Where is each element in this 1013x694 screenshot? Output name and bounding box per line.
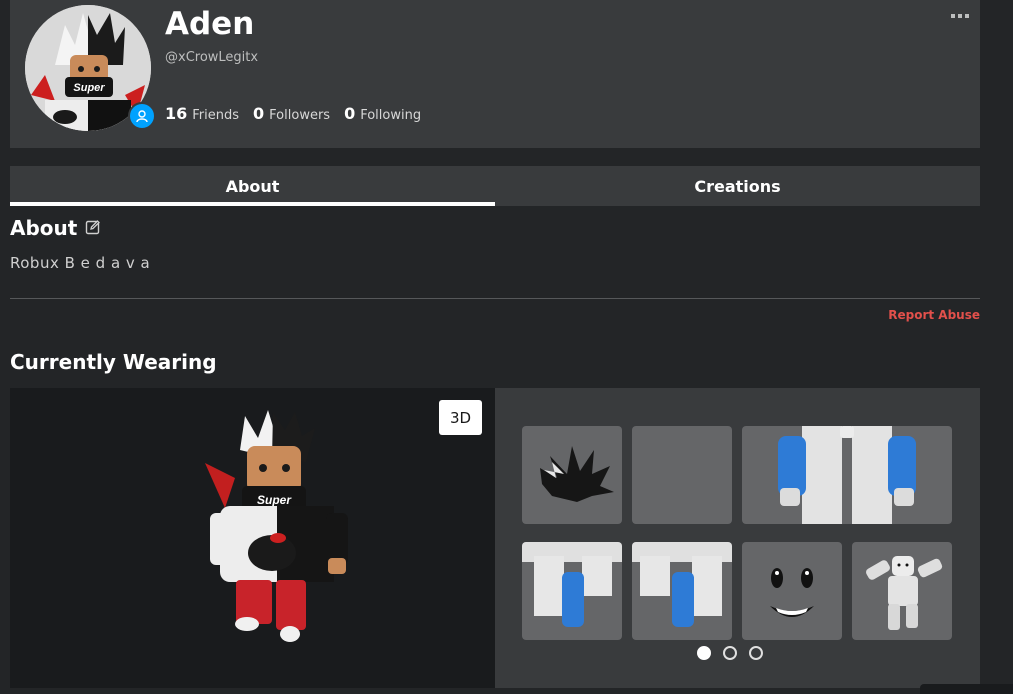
wearing-items-panel — [495, 388, 980, 688]
wearing-item-empty[interactable] — [632, 426, 732, 524]
currently-wearing-heading: Currently Wearing — [10, 350, 217, 374]
followers-label: Followers — [269, 108, 331, 123]
avatar-body-shirt-text: Super — [257, 493, 292, 507]
about-heading-text: About — [10, 216, 78, 240]
tab-about[interactable]: About — [10, 166, 495, 206]
checkered-arms-icon — [778, 426, 916, 524]
wearing-item-arms[interactable] — [742, 426, 952, 524]
more-options-icon[interactable] — [950, 6, 970, 18]
tab-about-label: About — [225, 176, 280, 196]
following-label: Following — [360, 108, 422, 123]
tab-creations[interactable]: Creations — [495, 166, 980, 206]
wearing-item-hair[interactable] — [522, 426, 622, 524]
chat-tab[interactable] — [920, 684, 1013, 694]
followers-count: 0 — [253, 104, 265, 123]
followers-stat[interactable]: 0 Followers — [253, 104, 330, 123]
page-dot-2[interactable] — [723, 646, 737, 660]
presence-user-icon — [128, 102, 156, 130]
friends-label: Friends — [192, 108, 240, 123]
wearing-item-right-leg[interactable] — [632, 542, 732, 640]
animation-pose-icon — [866, 556, 943, 630]
username: @xCrowLegitx — [165, 50, 259, 65]
wearing-item-face[interactable] — [742, 542, 842, 640]
about-heading: About — [10, 216, 101, 240]
toggle-3d-button[interactable]: 3D — [439, 400, 482, 435]
wearing-item-animation[interactable] — [852, 542, 952, 640]
checkered-leg-icon — [632, 542, 732, 627]
tab-creations-label: Creations — [694, 176, 781, 196]
avatar-shirt-text: Super — [73, 82, 105, 94]
spiky-hair-icon — [540, 446, 614, 502]
display-name: Aden — [165, 6, 255, 42]
profile-header: Super Aden @xCrowLegitx 16 Friends 0 Follo… — [10, 0, 980, 148]
pagination-dots — [697, 646, 763, 660]
checkered-leg-icon — [522, 542, 622, 627]
profile-stats: 16 Friends 0 Followers 0 Following — [165, 104, 421, 123]
smile-face-icon — [770, 568, 814, 617]
wearing-item-left-leg[interactable] — [522, 542, 622, 640]
page-dot-3[interactable] — [749, 646, 763, 660]
edit-icon[interactable] — [85, 216, 101, 240]
report-abuse-link[interactable]: Report Abuse — [888, 308, 980, 322]
friends-stat[interactable]: 16 Friends — [165, 104, 239, 123]
avatar-full-body: Super — [205, 410, 348, 642]
avatar-3d-viewer[interactable]: Super 3D — [10, 388, 495, 688]
friends-count: 16 — [165, 104, 188, 123]
following-count: 0 — [344, 104, 356, 123]
divider — [10, 298, 980, 299]
page-dot-1[interactable] — [697, 646, 711, 660]
following-stat[interactable]: 0 Following — [344, 104, 421, 123]
about-description: Robux B e d a v a — [10, 254, 151, 272]
profile-tabs: About Creations — [10, 166, 980, 206]
